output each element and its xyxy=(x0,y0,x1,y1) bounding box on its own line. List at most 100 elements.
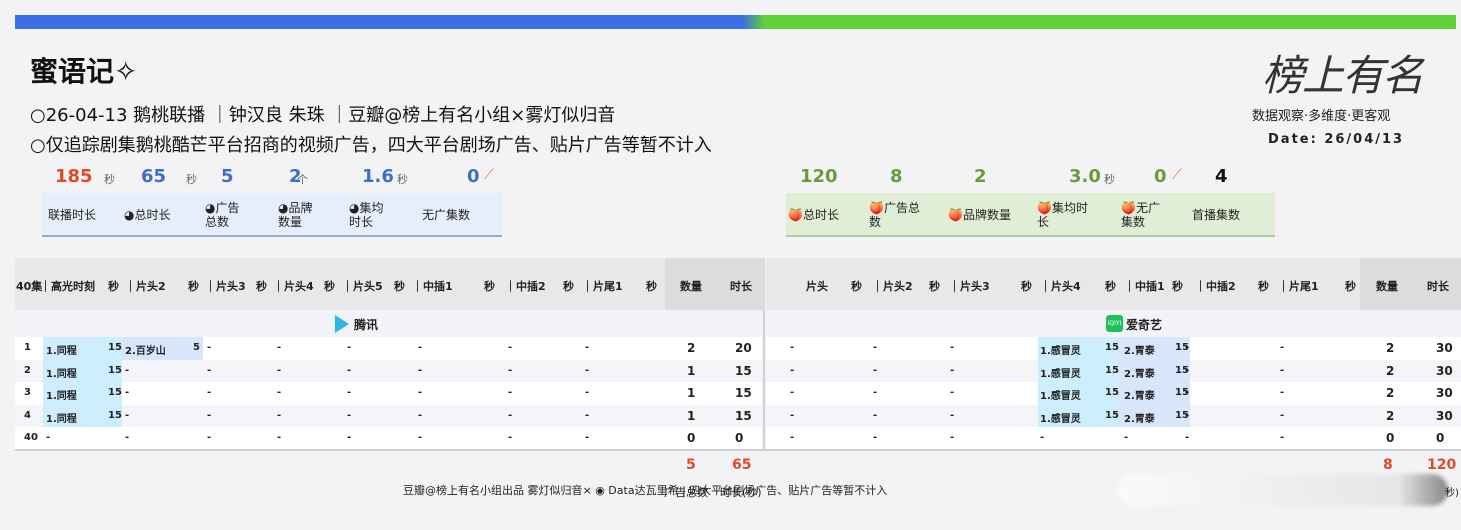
table-cell: - xyxy=(873,409,878,421)
table-cell: 2.胃泰 xyxy=(1124,413,1155,425)
table-cell: - xyxy=(950,409,955,421)
table-cell: - xyxy=(277,364,282,376)
table-cell: 1.感冒灵 xyxy=(1040,368,1081,380)
table-cell: - xyxy=(790,342,795,353)
table-cell: - xyxy=(585,387,590,399)
right-col-header: 数量 xyxy=(1376,280,1398,293)
right-stat-unit: 秒 xyxy=(1104,173,1115,186)
table-cell: 2 xyxy=(24,364,31,376)
left-col-header: ｜高光时刻 xyxy=(40,280,95,293)
table-cell: - xyxy=(508,342,513,353)
totals-divider xyxy=(15,449,1461,451)
table-cell: - xyxy=(873,342,878,353)
right-col-header: ｜片头2 xyxy=(872,280,913,293)
left-stat-unit: 秒 xyxy=(186,173,197,186)
right-col-header: 秒 xyxy=(1105,280,1116,293)
left-stat-value: 1.6 xyxy=(362,166,394,187)
left-col-header: 秒 xyxy=(484,280,495,293)
table-cell: - xyxy=(347,364,352,376)
table-row xyxy=(766,427,1461,450)
right-col-header: ｜片尾1 xyxy=(1278,280,1319,293)
table-cell: - xyxy=(950,364,955,376)
table-cell: - xyxy=(1185,387,1190,399)
table-cell: 1.同程 xyxy=(46,413,77,425)
table-cell: - xyxy=(347,432,352,444)
info-line-2-text: 仅追踪剧集鹅桃酷芒平台招商的视频广告，四大平台剧场广告、贴片广告等暂不计入 xyxy=(45,135,712,156)
table-cell: - xyxy=(790,364,795,376)
table-cell: 1.感冒灵 xyxy=(1040,413,1081,425)
right-col-header: 秒 xyxy=(1258,280,1269,293)
table-cell: - xyxy=(1185,342,1190,353)
table-cell: - xyxy=(347,387,352,399)
table-cell: - xyxy=(1280,409,1285,421)
top-color-bar xyxy=(15,15,1456,29)
right-col-header: 秒 xyxy=(929,280,940,293)
left-col-header: ｜片头5 xyxy=(342,280,383,293)
table-cell: - xyxy=(508,364,513,376)
table-cell: - xyxy=(950,387,955,399)
table-cell: 15 xyxy=(735,363,752,378)
table-cell: - xyxy=(790,409,795,421)
left-col-header: 秒 xyxy=(256,280,267,293)
footer-duration-label: 时长(秒) xyxy=(720,486,762,499)
table-cell: - xyxy=(950,342,955,353)
right-stat-label: 🍑无广 集数 xyxy=(1121,201,1160,229)
table-cell: 1.同程 xyxy=(46,346,77,357)
table-cell: - xyxy=(1280,342,1285,353)
right-col-header: 秒 xyxy=(1021,280,1032,293)
table-cell: - xyxy=(1280,432,1285,444)
left-stat-value: 0 xyxy=(467,166,480,187)
left-stat-label: ◕集均 时长 xyxy=(349,201,384,229)
table-cell: 0 xyxy=(687,431,696,446)
table-cell: - xyxy=(1124,432,1129,444)
left-col-header: ｜片尾1 xyxy=(582,280,623,293)
left-col-header: ｜中插1 xyxy=(412,280,453,293)
table-cell: - xyxy=(277,387,282,399)
left-stat-value: 65 xyxy=(141,166,167,187)
table-cell: 1.感冒灵 xyxy=(1040,391,1081,403)
table-cell: - xyxy=(207,342,212,353)
table-cell: 30 xyxy=(1436,386,1453,401)
table-cell: 15 xyxy=(1105,342,1119,353)
table-cell: 1 xyxy=(687,363,696,378)
table-cell: - xyxy=(418,364,423,376)
table-cell: - xyxy=(1040,432,1045,444)
table-cell: - xyxy=(125,409,130,421)
table-cell: 1 xyxy=(24,342,31,353)
table-cell: 3 xyxy=(24,387,31,399)
table-cell: - xyxy=(873,387,878,399)
table-cell: 2.胃泰 xyxy=(1124,346,1155,357)
left-total-count: 5 xyxy=(686,457,696,473)
info-line-1: ○26-04-13 鹅桃联播 ｜钟汉良 朱珠 ｜豆瓣@榜上有名小组×雾灯似归音 xyxy=(30,105,616,126)
table-cell: - xyxy=(585,432,590,444)
table-cell: - xyxy=(790,387,795,399)
left-col-header: 40集 xyxy=(16,280,43,293)
left-stat-label: 联播时长 xyxy=(48,208,97,222)
table-cell: 2.百岁山 xyxy=(125,346,166,357)
right-col-header: 片头 xyxy=(806,280,828,293)
table-cell: 30 xyxy=(1436,363,1453,378)
table-cell: 1.同程 xyxy=(46,368,77,380)
watermark-blur xyxy=(1118,474,1448,506)
left-col-header: 秒 xyxy=(394,280,405,293)
table-cell: 2.胃泰 xyxy=(1124,368,1155,380)
table-cell: - xyxy=(585,409,590,421)
right-stat-value: 3.0 xyxy=(1069,166,1101,187)
left-stat-unit: 秒 xyxy=(397,173,408,186)
left-col-header: 秒 xyxy=(324,280,335,293)
table-divider xyxy=(763,310,765,450)
table-cell: 2 xyxy=(1386,341,1395,355)
right-stat-label: 🍑广告总 数 xyxy=(869,201,920,229)
table-cell: 0 xyxy=(735,431,744,446)
left-col-header: 数量 xyxy=(680,280,702,293)
table-cell: 0 xyxy=(1436,431,1445,446)
left-stat-label: ◕总时长 xyxy=(124,208,171,222)
table-cell: 15 xyxy=(108,342,122,353)
right-col-header: 秒 xyxy=(1345,280,1356,293)
table-cell: - xyxy=(418,409,423,421)
right-col-header: ｜片头3 xyxy=(949,280,990,293)
info-line-2: ○仅追踪剧集鹅桃酷芒平台招商的视频广告，四大平台剧场广告、贴片广告等暂不计入 xyxy=(30,135,712,156)
table-cell: - xyxy=(125,387,130,399)
table-cell: 15 xyxy=(108,387,122,399)
info-line-1-text: 26-04-13 鹅桃联播 ｜钟汉良 朱珠 ｜豆瓣@榜上有名小组×雾灯似归音 xyxy=(45,105,616,126)
